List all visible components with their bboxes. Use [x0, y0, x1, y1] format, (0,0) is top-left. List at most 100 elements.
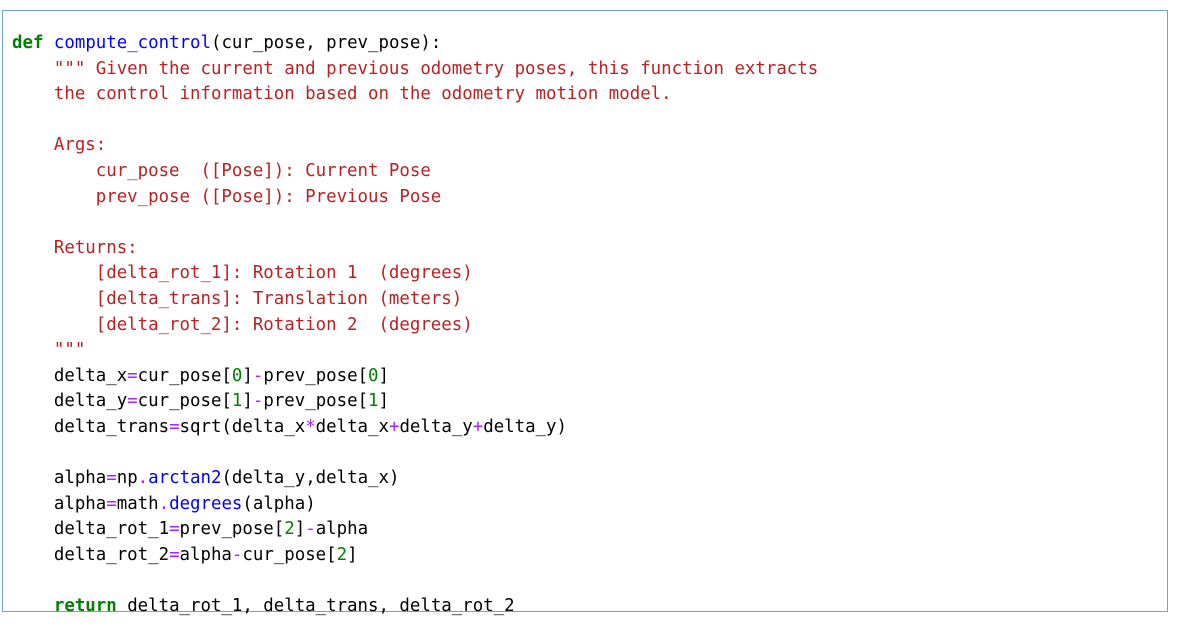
- code-token: ]: [242, 365, 253, 386]
- code-token: return: [53, 596, 117, 617]
- code-token: cur_pose ([Pose]): Current Pose: [95, 160, 431, 181]
- code-token: cur_pose[: [242, 544, 337, 565]
- code-token: (alpha): [242, 493, 316, 514]
- code-line: delta_y=cur_pose[1]-prev_pose[1]: [12, 389, 818, 415]
- code-token: delta_rot_1, delta_trans, delta_rot_2: [116, 596, 515, 617]
- code-line: return delta_rot_1, delta_trans, delta_r…: [12, 594, 818, 620]
- code-token: 2: [284, 519, 295, 540]
- code-token: Returns:: [53, 237, 138, 258]
- code-token: delta_y: [12, 391, 128, 412]
- code-token: =: [169, 416, 180, 437]
- code-token: -: [252, 391, 264, 412]
- code-token: Args:: [53, 135, 107, 156]
- code-token: 1: [231, 391, 243, 412]
- code-line: alpha=math.degrees(alpha): [12, 492, 818, 518]
- code-token: prev_pose ([Pose]): Previous Pose: [95, 186, 442, 207]
- code-token: ]: [378, 365, 390, 386]
- code-token: 1: [368, 391, 379, 412]
- code-line: """ Given the current and previous odome…: [12, 57, 818, 83]
- code-line: Args:: [12, 133, 818, 159]
- code-line: delta_rot_1=prev_pose[2]-alpha: [12, 517, 818, 543]
- code-token: +: [472, 416, 484, 437]
- code-token: [delta_rot_1]: Rotation 1 (degrees): [95, 263, 473, 284]
- code-token: arctan2: [148, 468, 222, 489]
- code-token: np: [116, 468, 138, 489]
- code-line: [delta_trans]: Translation (meters): [12, 287, 818, 313]
- code-line: [delta_rot_2]: Rotation 2 (degrees): [12, 313, 818, 339]
- code-token: *: [305, 416, 316, 437]
- code-token: def: [12, 33, 44, 53]
- code-line: [delta_rot_1]: Rotation 1 (degrees): [12, 261, 818, 287]
- code-token: [delta_rot_2]: Rotation 2 (degrees): [95, 314, 473, 335]
- code-token: -: [305, 519, 316, 540]
- code-token: (cur_pose, prev_pose):: [210, 33, 442, 53]
- code-line: alpha=np.arctan2(delta_y,delta_x): [12, 466, 818, 492]
- code-token: [delta_trans]: Translation (meters): [95, 288, 463, 309]
- code-token: =: [127, 391, 138, 412]
- code-token: alpha: [12, 468, 107, 489]
- code-token: =: [127, 365, 138, 386]
- code-token: compute_control: [53, 33, 211, 53]
- code-token: """: [53, 340, 86, 361]
- code-line: the control information based on the odo…: [12, 82, 818, 108]
- code-token: ]: [294, 519, 306, 540]
- code-token: 0: [231, 365, 243, 386]
- code-token: .: [158, 493, 170, 514]
- code-editor[interactable]: def compute_control(cur_pose, prev_pose)…: [12, 31, 818, 620]
- code-token: math: [116, 493, 159, 514]
- code-token: =: [106, 468, 117, 489]
- code-token: -: [231, 544, 243, 565]
- code-token: cur_pose[: [137, 391, 232, 412]
- code-token: ]: [242, 391, 253, 412]
- code-line: Returns:: [12, 236, 818, 262]
- code-token: .: [137, 468, 149, 489]
- code-token: alpha: [12, 493, 107, 514]
- code-token: delta_y): [483, 416, 567, 437]
- code-token: delta_x: [315, 416, 389, 437]
- code-token: prev_pose[: [263, 365, 369, 386]
- code-token: delta_trans: [12, 416, 170, 437]
- code-cell[interactable]: def compute_control(cur_pose, prev_pose)…: [2, 10, 1168, 616]
- code-line: delta_trans=sqrt(delta_x*delta_x+delta_y…: [12, 415, 818, 441]
- code-token: alpha: [315, 519, 369, 540]
- code-token: prev_pose[: [263, 391, 369, 412]
- code-token: 0: [368, 365, 379, 386]
- code-token: =: [169, 519, 180, 540]
- code-token: degrees: [169, 493, 243, 514]
- code-token: =: [106, 493, 117, 514]
- code-token: (delta_y,delta_x): [221, 468, 400, 489]
- code-line: """: [12, 338, 818, 364]
- code-token: alpha: [179, 544, 232, 565]
- code-token: prev_pose[: [179, 519, 285, 540]
- code-token: 2: [336, 544, 348, 565]
- code-line: delta_rot_2=alpha-cur_pose[2]: [12, 543, 818, 569]
- code-token: delta_rot_1: [12, 519, 170, 540]
- code-line: cur_pose ([Pose]): Current Pose: [12, 159, 818, 185]
- code-token: delta_rot_2: [12, 544, 170, 565]
- code-line: prev_pose ([Pose]): Previous Pose: [12, 185, 818, 211]
- code-token: sqrt(delta_x: [179, 416, 306, 437]
- code-token: +: [388, 416, 400, 437]
- code-token: delta_y: [399, 416, 473, 437]
- code-token: the control information based on the odo…: [53, 84, 672, 105]
- code-token: ]: [378, 391, 390, 412]
- code-line: def compute_control(cur_pose, prev_pose)…: [12, 31, 818, 57]
- code-token: ]: [347, 544, 358, 565]
- code-token: -: [252, 365, 264, 386]
- code-token: =: [169, 544, 180, 565]
